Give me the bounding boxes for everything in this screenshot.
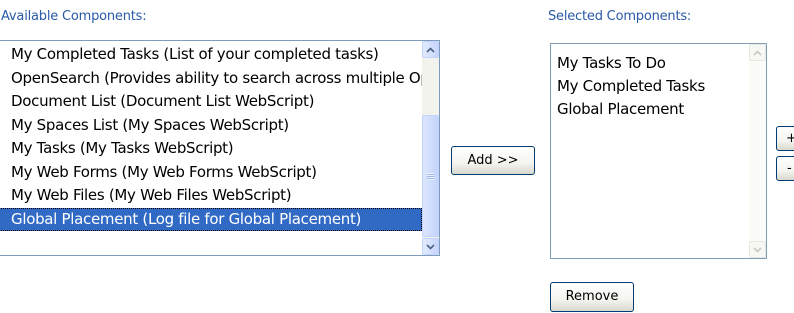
remove-button[interactable]: Remove <box>550 282 634 312</box>
chevron-up-icon <box>426 46 435 53</box>
component-picker: Available Components: Selected Component… <box>0 0 794 313</box>
list-item[interactable]: Document List (Document List WebScript) <box>0 90 422 114</box>
list-item[interactable]: My Spaces List (My Spaces WebScript) <box>0 114 422 138</box>
move-up-button[interactable]: + <box>776 126 794 151</box>
list-item[interactable]: OpenSearch (Provides ability to search a… <box>0 67 422 91</box>
list-item[interactable]: My Completed Tasks <box>551 75 749 98</box>
available-list-scrollbar[interactable] <box>422 41 439 255</box>
selected-components-list[interactable]: My Tasks To Do My Completed Tasks Global… <box>550 43 767 259</box>
scroll-up-button[interactable] <box>749 44 766 61</box>
scroll-down-button[interactable] <box>422 238 439 255</box>
grip-icon <box>427 172 434 180</box>
move-down-button[interactable]: - <box>776 156 794 181</box>
chevron-down-icon <box>426 243 435 250</box>
scroll-down-button[interactable] <box>749 241 766 258</box>
list-item[interactable]: My Web Forms (My Web Forms WebScript) <box>0 161 422 185</box>
list-item[interactable]: My Web Files (My Web Files WebScript) <box>0 184 422 208</box>
list-item-selected[interactable]: Global Placement (Log file for Global Pl… <box>0 207 422 231</box>
chevron-up-icon <box>753 49 762 56</box>
list-item[interactable]: My Tasks To Do <box>551 52 749 75</box>
selected-list-items: My Tasks To Do My Completed Tasks Global… <box>551 44 749 258</box>
selected-list-scrollbar[interactable] <box>749 44 766 258</box>
available-components-label: Available Components: <box>1 9 147 24</box>
chevron-down-icon <box>753 246 762 253</box>
scroll-thumb[interactable] <box>422 115 439 237</box>
available-list-items: My Completed Tasks (List of your complet… <box>0 41 422 255</box>
list-item[interactable]: My Tasks (My Tasks WebScript) <box>0 137 422 161</box>
list-item[interactable]: Global Placement <box>551 98 749 121</box>
selected-components-label: Selected Components: <box>548 9 692 24</box>
available-components-list[interactable]: My Completed Tasks (List of your complet… <box>0 40 440 256</box>
list-item[interactable]: My Completed Tasks (List of your complet… <box>0 43 422 67</box>
scroll-up-button[interactable] <box>422 41 439 58</box>
add-button[interactable]: Add >> <box>451 146 535 175</box>
